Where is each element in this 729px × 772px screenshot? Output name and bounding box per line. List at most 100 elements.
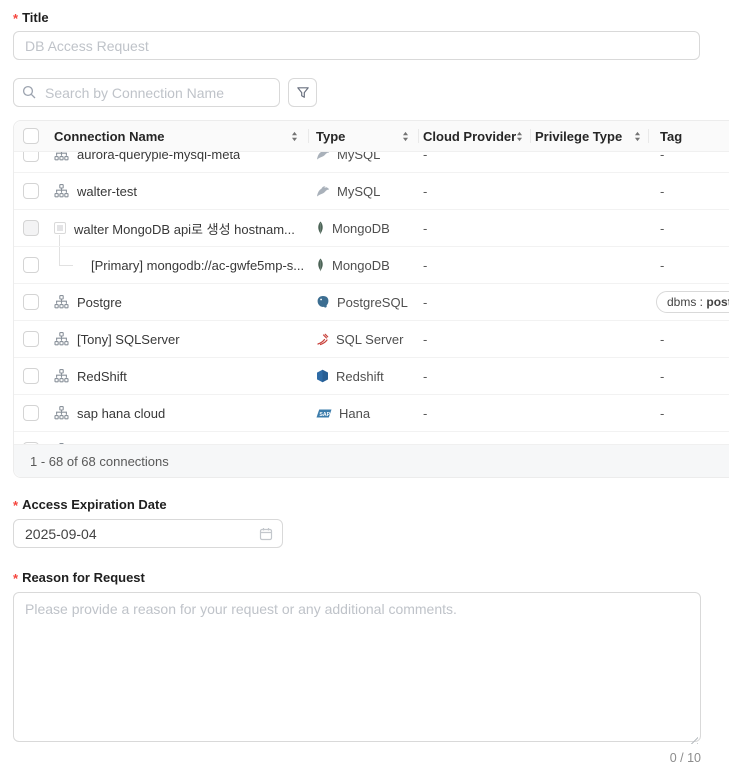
privilege-type-cell bbox=[531, 395, 649, 431]
type-cell: MongoDB bbox=[309, 210, 419, 246]
connection-name: [Tony] SQLServer bbox=[77, 332, 180, 347]
row-checkbox[interactable] bbox=[23, 442, 39, 444]
hierarchy-icon bbox=[54, 369, 69, 383]
mysql-icon bbox=[316, 152, 330, 161]
table-row[interactable]: aurora-querypie-mysql-metaMySQL-- bbox=[14, 152, 729, 173]
row-checkbox-cell bbox=[14, 432, 48, 444]
tag-cell: - bbox=[649, 210, 729, 246]
connection-name-cell: nightly-meta bbox=[48, 432, 309, 444]
type-cell: Redshift bbox=[309, 358, 419, 394]
row-checkbox[interactable] bbox=[23, 331, 39, 347]
type-label: MySQL bbox=[337, 443, 380, 445]
row-checkbox[interactable] bbox=[23, 183, 39, 199]
privilege-type-cell bbox=[531, 173, 649, 209]
tag-cell: - bbox=[649, 358, 729, 394]
row-checkbox bbox=[23, 220, 39, 236]
row-checkbox[interactable] bbox=[23, 368, 39, 384]
sqlserver-icon bbox=[316, 333, 329, 346]
column-header-tag: Tag bbox=[649, 121, 729, 151]
table-row[interactable]: nightly-metaMySQL-- bbox=[14, 432, 729, 444]
column-label: Privilege Type bbox=[535, 129, 622, 144]
row-checkbox[interactable] bbox=[23, 152, 39, 162]
tag-key: dbms bbox=[667, 295, 696, 309]
row-checkbox[interactable] bbox=[23, 294, 39, 310]
select-all-checkbox[interactable] bbox=[23, 128, 39, 144]
calendar-icon[interactable] bbox=[259, 527, 273, 541]
connections-table: Connection Name Type Cloud Provider Privile… bbox=[13, 120, 729, 478]
tag-empty: - bbox=[660, 369, 664, 384]
tag-empty: - bbox=[660, 184, 664, 199]
column-header-type[interactable]: Type bbox=[309, 121, 419, 151]
search-input[interactable] bbox=[13, 78, 280, 107]
table-row[interactable]: [Primary] mongodb://ac-gwfe5mp-s...Mongo… bbox=[14, 247, 729, 284]
type-label: MySQL bbox=[337, 184, 380, 199]
required-asterisk: * bbox=[13, 498, 18, 513]
privilege-type-cell bbox=[531, 432, 649, 444]
tag-cell: - bbox=[649, 247, 729, 283]
cloud-provider-cell: - bbox=[419, 152, 531, 172]
connection-name-cell: walter MongoDB api로 생성 hostnam... bbox=[48, 210, 309, 246]
hierarchy-icon bbox=[54, 152, 69, 161]
mysql-icon bbox=[316, 185, 330, 198]
type-label: MongoDB bbox=[332, 221, 390, 236]
sort-icon bbox=[516, 131, 523, 142]
reason-textarea[interactable] bbox=[13, 592, 701, 742]
row-checkbox-cell bbox=[14, 321, 48, 357]
row-checkbox-cell bbox=[14, 152, 48, 172]
type-cell: MongoDB bbox=[309, 247, 419, 283]
type-label: SQL Server bbox=[336, 332, 403, 347]
row-checkbox-cell bbox=[14, 395, 48, 431]
column-header-connection-name[interactable]: Connection Name bbox=[48, 121, 309, 151]
cloud-provider-cell: - bbox=[419, 247, 531, 283]
table-footer: 1 - 68 of 68 connections bbox=[14, 444, 729, 477]
cloud-provider-cell: - bbox=[419, 210, 531, 246]
title-input[interactable] bbox=[13, 31, 700, 60]
hierarchy-icon bbox=[54, 406, 69, 420]
connection-name: nightly-meta bbox=[77, 443, 148, 445]
hana-icon: SAP bbox=[316, 409, 332, 418]
column-header-privilege-type[interactable]: Privilege Type bbox=[531, 121, 649, 151]
required-asterisk: * bbox=[13, 571, 18, 586]
connection-name-cell: walter-test bbox=[48, 173, 309, 209]
privilege-type-cell bbox=[531, 152, 649, 172]
row-checkbox-cell bbox=[14, 247, 48, 283]
sort-icon bbox=[291, 131, 298, 142]
connection-name-cell: aurora-querypie-mysql-meta bbox=[48, 152, 309, 172]
cloud-provider-cell: - bbox=[419, 395, 531, 431]
collapse-toggle-icon[interactable] bbox=[54, 222, 66, 234]
table-row[interactable]: walter-testMySQL-- bbox=[14, 173, 729, 210]
row-checkbox-cell bbox=[14, 284, 48, 320]
filter-button[interactable] bbox=[288, 78, 317, 107]
row-checkbox[interactable] bbox=[23, 405, 39, 421]
cloud-provider-cell: - bbox=[419, 321, 531, 357]
expiration-date-input[interactable] bbox=[13, 519, 283, 548]
select-all-cell bbox=[14, 121, 48, 151]
table-row[interactable]: RedShiftRedshift-- bbox=[14, 358, 729, 395]
row-checkbox-cell bbox=[14, 358, 48, 394]
tag-cell: - bbox=[649, 395, 729, 431]
row-checkbox-cell bbox=[14, 173, 48, 209]
connection-name-cell: [Tony] SQLServer bbox=[48, 321, 309, 357]
table-row[interactable]: sap hana cloudSAPHana-- bbox=[14, 395, 729, 432]
mysql-icon bbox=[316, 444, 330, 445]
table-row[interactable]: PostgrePostgreSQL-dbms : postgre bbox=[14, 284, 729, 321]
sort-icon bbox=[402, 131, 409, 142]
column-label: Type bbox=[316, 129, 345, 144]
tree-line bbox=[59, 235, 60, 246]
table-body-viewport[interactable]: aurora-querypie-mysql-metaMySQL--walter-… bbox=[14, 152, 729, 444]
row-checkbox[interactable] bbox=[23, 257, 39, 273]
column-header-cloud-provider[interactable]: Cloud Provider bbox=[419, 121, 531, 151]
privilege-type-cell bbox=[531, 321, 649, 357]
connection-name-cell: RedShift bbox=[48, 358, 309, 394]
hierarchy-icon bbox=[54, 295, 69, 309]
hierarchy-icon bbox=[54, 332, 69, 346]
connection-name: aurora-querypie-mysql-meta bbox=[77, 152, 240, 162]
table-row[interactable]: walter MongoDB api로 생성 hostnam... MongoDB… bbox=[14, 210, 729, 247]
table-rows: aurora-querypie-mysql-metaMySQL--walter-… bbox=[14, 152, 729, 444]
connection-name: RedShift bbox=[77, 369, 127, 384]
filter-icon bbox=[296, 86, 310, 100]
hierarchy-icon bbox=[54, 443, 69, 444]
table-row[interactable]: [Tony] SQLServerSQL Server-- bbox=[14, 321, 729, 358]
connection-name-cell: Postgre bbox=[48, 284, 309, 320]
connection-name: walter MongoDB api로 생성 hostnam... bbox=[74, 219, 295, 238]
